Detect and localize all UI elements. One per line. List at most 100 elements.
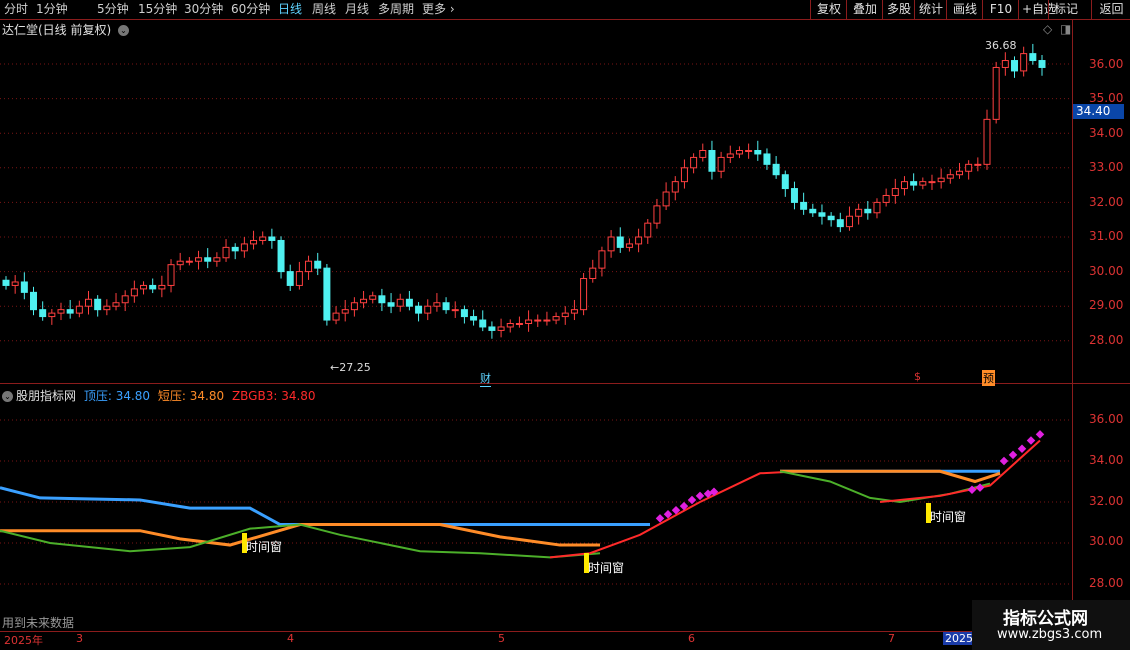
x-tick: 2025年 [4,634,43,647]
time-window-label: 时间窗 [588,561,625,575]
candle-body [2,279,10,286]
candle-body [1038,60,1046,68]
candle-body [790,188,798,203]
y-tick-main: 34.00 [1089,126,1124,140]
candle-body [231,246,239,252]
short-pressure-line [780,469,1001,484]
y-tick-main: 30.00 [1089,264,1124,278]
candle-body [598,250,606,269]
candle-body [818,212,826,217]
y-tick-indicator: 32.00 [1089,494,1124,508]
panel-divider [0,383,1130,384]
candle-body [48,312,56,318]
candle-body [525,319,533,325]
watermark-url: www.zbgs3.com [997,627,1103,642]
signal-dot [999,456,1009,466]
candle-body [130,288,138,297]
candle-body [387,302,395,307]
candle-body [30,291,38,311]
candle-body [259,236,267,241]
candle-body [213,257,221,262]
candle-body [506,323,514,328]
candle-body [625,243,633,248]
signal-dot [1035,430,1045,439]
candle-body [149,284,157,290]
candle-body [195,257,203,262]
candle-body [20,281,28,293]
top-pressure-line [0,486,650,527]
indicator-name: 股朋指标网 [16,389,77,403]
y-tick-indicator: 28.00 [1089,576,1124,590]
candle-body [415,305,423,314]
y-tick-main: 35.00 [1089,91,1124,105]
candle-body [580,278,588,311]
arrow-left-icon: ← [330,361,340,374]
candle-body [708,150,716,172]
candle-body [121,295,129,304]
candle-body [552,316,560,321]
low-price-label: ←27.25 [330,361,371,374]
high-price-label: 36.68 [985,39,1017,52]
y-tick-main: 36.00 [1089,57,1124,71]
candle-body [607,236,615,252]
indicator-line-top: 顶压: 34.80 [83,389,151,403]
future-data-note: 用到未来数据 [2,616,75,630]
candle-body [378,295,386,304]
candle-body [396,298,404,307]
candle-body [497,326,505,331]
time-window-label: 时间窗 [246,540,283,554]
candle-body [983,118,991,165]
x-tick: 7 [888,632,895,645]
candle-body [470,316,478,321]
candle-body [85,298,93,307]
candle-body [39,309,47,318]
forecast-badge[interactable]: 预 [982,370,995,386]
candle-body [919,181,927,186]
candle-body [1029,53,1037,62]
candle-body [433,302,441,307]
candle-body [185,260,193,263]
chevron-down-icon[interactable]: ⌄ [2,391,13,402]
candle-body [222,246,230,259]
y-tick-main: 28.00 [1089,333,1124,347]
candle-body [772,163,780,176]
x-tick: 6 [688,632,695,645]
candle-body [451,309,459,312]
candle-body [589,267,597,280]
signal-dot [695,491,705,501]
candle-body [167,264,175,286]
candle-body [717,156,725,172]
candle-body [515,323,523,325]
candle-body [836,219,844,228]
candle-body [305,260,313,273]
dividend-badge[interactable]: $ [914,370,921,383]
kline-chart[interactable] [0,0,1130,650]
finance-badge[interactable]: 财 [480,370,491,387]
candle-body [350,302,358,311]
signal-dot [1008,450,1018,460]
candle-body [763,153,771,165]
candle-body [66,309,74,314]
candle-body [855,208,863,217]
watermark-title: 指标公式网 [1003,609,1088,629]
candle-body [341,309,349,314]
candle-body [635,236,643,245]
x-tick: 3 [76,632,83,645]
candle-body [442,302,450,311]
candle-body [616,236,624,248]
signal-dot [1017,444,1027,453]
candle-body [479,319,487,328]
candle-body [140,284,148,290]
candle-body [369,295,377,300]
candle-body [946,174,954,179]
candle-body [781,174,789,190]
candle-body [992,66,1000,120]
time-window-label: 时间窗 [930,510,967,524]
candle-body [671,181,679,193]
candle-body [332,312,340,321]
candle-body [176,260,184,266]
candle-body [845,215,853,228]
candle-body [1010,60,1018,72]
x-tick-current: 2025 [943,632,975,645]
candle-body [534,319,542,322]
